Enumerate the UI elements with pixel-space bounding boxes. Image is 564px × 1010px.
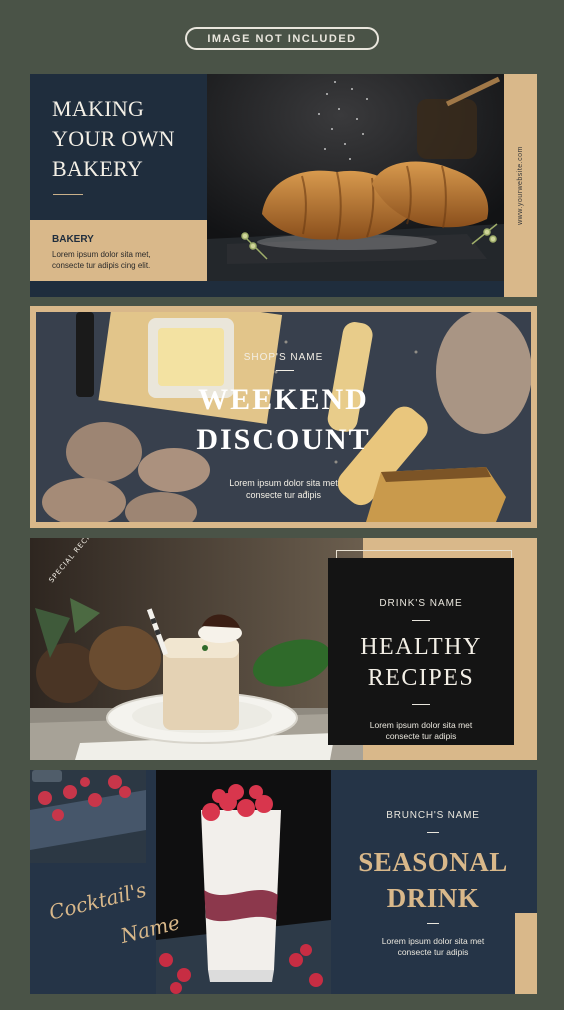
description-line: consecte tur adipis xyxy=(397,947,469,957)
description-line: Lorem ipsum dolor sita met xyxy=(369,720,473,730)
banner-healthy-recipes: SPECIAL RECIPES DRINK'S NAME HEALTHY REC… xyxy=(30,538,537,760)
description-line: consecte tur adipis xyxy=(385,731,457,741)
banner-bakery: MAKING YOUR OWN BAKERY BAKERY Lorem ipsu… xyxy=(30,74,537,297)
divider xyxy=(276,370,294,371)
website-url-text: www.yourwebsite.com xyxy=(517,146,524,225)
croissant-photo xyxy=(207,74,504,281)
description-line: Lorem ipsum dolor sita met, xyxy=(52,250,151,259)
banner-seasonal-drink: Cocktail's Name BRUNCH'S NAME SEASONAL D… xyxy=(30,770,537,994)
recipes-title-box: DRINK'S NAME HEALTHY RECIPES Lorem ipsum… xyxy=(328,558,514,745)
banner-title: MAKING YOUR OWN BAKERY xyxy=(52,94,202,184)
description-line: Lorem ipsum dolor sita met xyxy=(381,936,485,946)
description-line: Lorem ipsum dolor sita met xyxy=(229,478,338,488)
divider xyxy=(412,620,430,621)
banner-description: Lorem ipsum dolor sita met consecte tur … xyxy=(328,720,514,742)
divider xyxy=(427,923,439,924)
title-line: HEALTHY xyxy=(360,634,482,660)
category-label: BAKERY xyxy=(52,234,94,245)
banner-footer-bar xyxy=(30,281,504,297)
description-line: consecte tur adipis cing elit. xyxy=(52,261,151,270)
accent-bar xyxy=(515,913,537,994)
title-line: WEEKEND xyxy=(198,383,369,416)
brunch-name-label: BRUNCH'S NAME xyxy=(386,810,480,821)
banner-description: Lorem ipsum dolor sita met, consecte tur… xyxy=(52,249,202,271)
divider xyxy=(412,704,430,705)
website-url: www.yourwebsite.com xyxy=(504,74,537,297)
banner-weekend-discount: SHOP'S NAME WEEKEND DISCOUNT Lorem ipsum… xyxy=(30,306,537,528)
discount-photo: SHOP'S NAME WEEKEND DISCOUNT Lorem ipsum… xyxy=(36,312,531,522)
image-not-included-badge: IMAGE NOT INCLUDED xyxy=(185,27,379,50)
title-line: RECIPES xyxy=(367,665,475,691)
script-line: Cocktail's xyxy=(46,877,149,925)
smoothie-illustration: SPECIAL RECIPES xyxy=(30,538,363,760)
divider xyxy=(427,832,439,833)
smoothie-photo: SPECIAL RECIPES xyxy=(30,538,363,760)
raspberry-illustration xyxy=(30,770,146,863)
raspberry-photo xyxy=(30,770,146,863)
title-line: DRINK xyxy=(386,883,480,913)
banner-description: Lorem ipsum dolor sita met consecte tur … xyxy=(333,936,533,958)
script-line: Name xyxy=(117,910,183,948)
title-line: BAKERY xyxy=(52,156,144,181)
banner-description: Lorem ipsum dolor sita met consecte tur … xyxy=(36,477,531,501)
title-line: DISCOUNT xyxy=(196,423,371,456)
title-line: SEASONAL xyxy=(358,847,508,877)
title-line: MAKING xyxy=(52,96,145,121)
drink-name-label: DRINK'S NAME xyxy=(379,598,463,609)
bakery-title-panel: MAKING YOUR OWN BAKERY xyxy=(30,74,207,220)
cocktail-name-script: Cocktail's Name xyxy=(46,875,188,955)
shop-name-label: SHOP'S NAME xyxy=(243,352,324,363)
description-line: consecte tur adipis xyxy=(245,490,322,500)
banner-title: SEASONAL DRINK xyxy=(333,844,533,916)
divider xyxy=(53,194,83,195)
banner-title: HEALTHY RECIPES xyxy=(328,632,514,694)
croissant-illustration xyxy=(207,74,504,281)
title-line: YOUR OWN xyxy=(52,126,175,151)
banner-title: WEEKEND DISCOUNT xyxy=(36,380,531,460)
